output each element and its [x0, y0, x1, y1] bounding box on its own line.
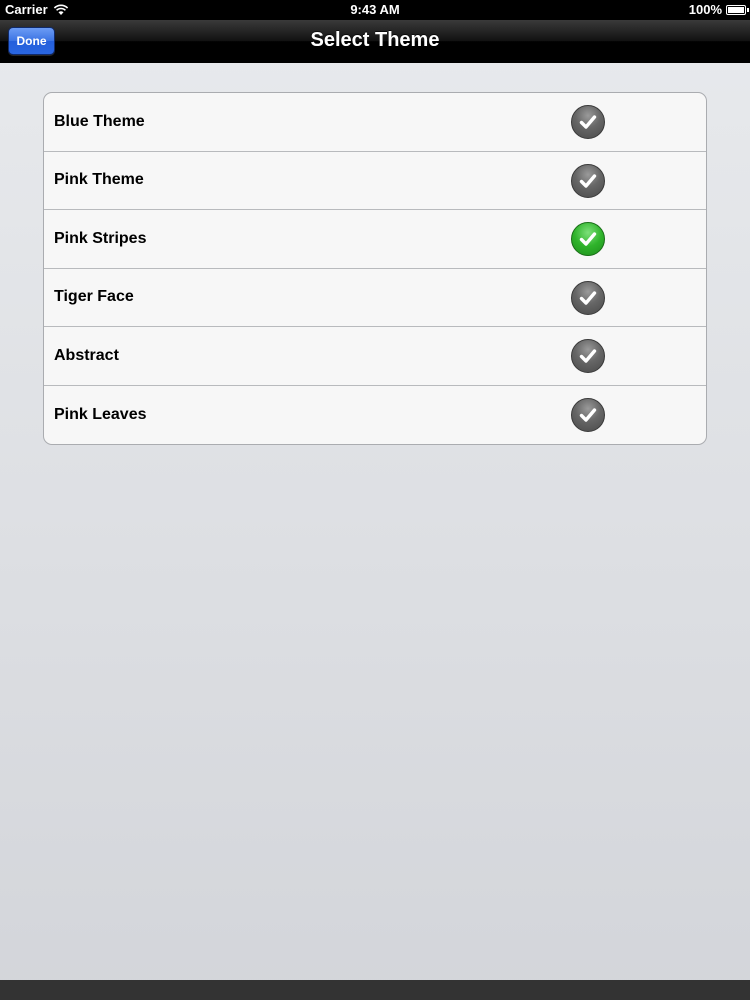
page-title: Select Theme	[310, 29, 440, 51]
checkmark-icon[interactable]	[571, 397, 605, 432]
theme-row[interactable]: Abstract	[44, 327, 706, 386]
navigation-bar: Done Select Theme	[0, 20, 750, 63]
theme-label: Pink Leaves	[54, 405, 147, 423]
theme-row[interactable]: Pink Leaves	[44, 386, 706, 445]
checkmark-icon[interactable]	[571, 105, 605, 139]
status-bar: Carrier 9:43 AM 100%	[0, 0, 750, 20]
theme-row[interactable]: Pink Stripes	[44, 210, 706, 269]
theme-row[interactable]: Pink Theme	[44, 152, 706, 210]
theme-label: Pink Theme	[54, 171, 144, 189]
theme-label: Abstract	[54, 346, 119, 364]
theme-row[interactable]: Blue Theme	[44, 93, 706, 152]
checkmark-icon[interactable]	[571, 280, 605, 315]
theme-label: Pink Stripes	[54, 229, 147, 247]
theme-list: Blue Theme Pink Theme Pink Stripes Tiger Fa…	[43, 92, 707, 445]
battery-group: 100%	[688, 2, 749, 17]
checkmark-selected-icon[interactable]	[571, 222, 605, 256]
battery-icon	[726, 4, 749, 15]
theme-label: Tiger Face	[54, 288, 134, 306]
battery-percent: 100%	[688, 2, 722, 17]
checkmark-icon[interactable]	[571, 339, 605, 373]
theme-row[interactable]: Tiger Face	[44, 269, 706, 327]
checkmark-icon[interactable]	[571, 163, 605, 198]
bottom-bar	[0, 980, 750, 1000]
status-time: 9:43 AM	[350, 2, 400, 17]
theme-label: Blue Theme	[54, 112, 145, 130]
